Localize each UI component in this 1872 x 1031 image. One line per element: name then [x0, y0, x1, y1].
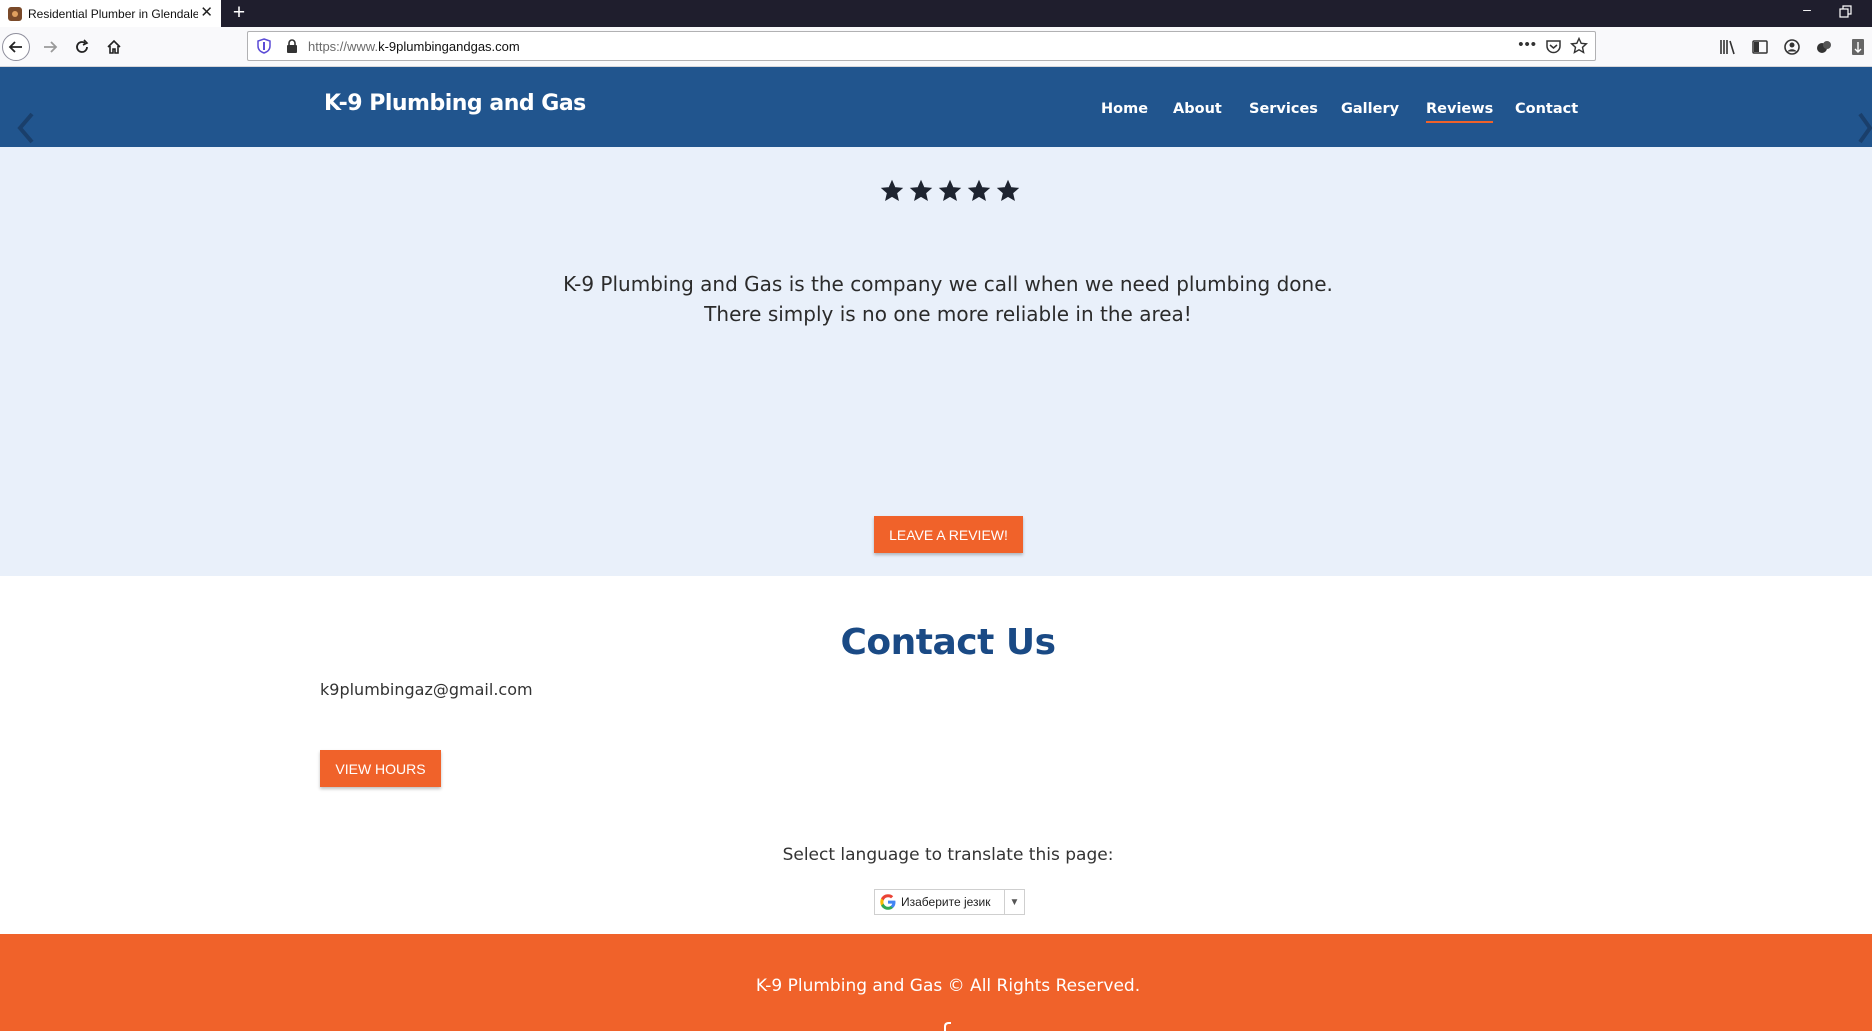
- account-icon[interactable]: [1782, 37, 1802, 57]
- main-nav: Home About Services Gallery Reviews Cont…: [0, 101, 1872, 131]
- back-button[interactable]: [2, 33, 30, 61]
- site-footer: K-9 Plumbing and Gas © All Rights Reserv…: [0, 934, 1872, 1031]
- nav-services[interactable]: Services: [1249, 101, 1318, 117]
- new-tab-button[interactable]: +: [228, 0, 250, 27]
- address-bar[interactable]: https://www.k-9plumbingandgas.com •••: [247, 31, 1596, 61]
- star-icon: [880, 179, 904, 202]
- nav-contact[interactable]: Contact: [1515, 101, 1578, 117]
- window-restore-icon[interactable]: [1838, 4, 1854, 20]
- google-icon: [880, 894, 896, 910]
- reload-button[interactable]: [68, 33, 96, 61]
- lock-icon[interactable]: [285, 38, 299, 54]
- more-icon[interactable]: •••: [1518, 36, 1537, 53]
- nav-about[interactable]: About: [1173, 101, 1222, 117]
- review-text: K-9 Plumbing and Gas is the company we c…: [563, 272, 1333, 326]
- chevron-left-icon[interactable]: [14, 108, 36, 148]
- forward-button[interactable]: [36, 33, 64, 61]
- dropdown-arrow-icon: ▼: [1004, 890, 1024, 914]
- pocket-icon[interactable]: [1545, 38, 1562, 55]
- shield-icon[interactable]: [256, 38, 272, 54]
- window-minimize-button[interactable]: –: [1795, 0, 1819, 24]
- star-icon: [909, 179, 933, 202]
- extension-icon[interactable]: [1814, 37, 1834, 57]
- library-icon[interactable]: [1718, 37, 1738, 57]
- bookmark-star-icon[interactable]: [1570, 37, 1588, 55]
- contact-email-link[interactable]: k9plumbingaz@gmail.com: [320, 680, 533, 699]
- leave-review-button[interactable]: LEAVE A REVIEW!: [874, 516, 1023, 553]
- browser-tab-bar: Residential Plumber in Glendale ✕ + –: [0, 0, 1872, 27]
- translate-label: Select language to translate this page:: [782, 845, 1114, 865]
- home-icon: [107, 39, 121, 54]
- url-domain: k-9plumbingandgas.com: [378, 39, 520, 54]
- tab-close-icon[interactable]: ✕: [200, 4, 213, 22]
- star-icon: [938, 179, 962, 202]
- site-header: K-9 Plumbing and Gas Home About Services…: [0, 67, 1872, 147]
- nav-gallery[interactable]: Gallery: [1341, 101, 1399, 117]
- star-rating: [880, 179, 1020, 203]
- sidebar-icon[interactable]: [1750, 37, 1770, 57]
- nav-reviews[interactable]: Reviews: [1426, 101, 1494, 123]
- language-select[interactable]: Изаберите језик ▼: [874, 889, 1025, 915]
- url-text[interactable]: https://www.k-9plumbingandgas.com: [308, 39, 520, 54]
- back-icon: [8, 41, 22, 53]
- facebook-icon[interactable]: [938, 1022, 952, 1031]
- nav-home[interactable]: Home: [1101, 101, 1148, 117]
- reviews-section: K-9 Plumbing and Gas is the company we c…: [0, 147, 1872, 576]
- star-icon: [967, 179, 991, 202]
- url-prefix: https://www.: [308, 39, 379, 54]
- reload-icon: [76, 39, 89, 53]
- menu-icon[interactable]: [1848, 37, 1868, 57]
- browser-toolbar: https://www.k-9plumbingandgas.com •••: [0, 27, 1872, 67]
- browser-tab[interactable]: Residential Plumber in Glendale ✕: [0, 0, 221, 27]
- star-icon: [996, 179, 1020, 202]
- contact-title: Contact Us: [840, 622, 1056, 663]
- home-button[interactable]: [100, 33, 128, 61]
- favicon-icon: [8, 6, 22, 21]
- tab-title: Residential Plumber in Glendale: [28, 6, 198, 21]
- language-select-value: Изаберите језик: [901, 895, 991, 909]
- view-hours-button[interactable]: VIEW HOURS: [320, 750, 441, 787]
- chevron-right-icon[interactable]: [1856, 108, 1872, 148]
- copyright-text: K-9 Plumbing and Gas © All Rights Reserv…: [755, 976, 1141, 996]
- forward-icon: [44, 41, 58, 53]
